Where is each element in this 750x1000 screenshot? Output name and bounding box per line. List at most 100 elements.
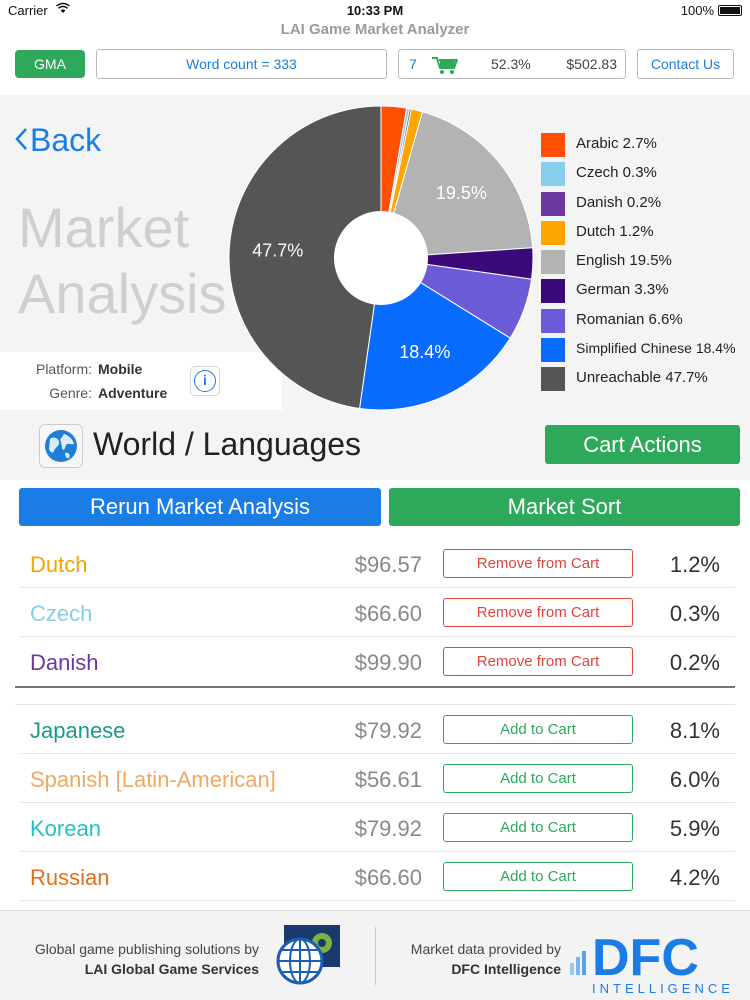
globe-icon (39, 424, 83, 468)
remove-from-cart-button[interactable]: Remove from Cart (443, 647, 633, 676)
available-row: Spanish [Latin-American] $56.61 Add to C… (20, 754, 735, 803)
dfc-credit-text: Market data provided by (410, 941, 561, 957)
cart-count: 7 (409, 56, 417, 72)
legend-item: English 19.5% (541, 247, 750, 276)
section-title: World / Languages (93, 426, 362, 462)
remove-from-cart-button[interactable]: Remove from Cart (443, 549, 633, 578)
legend-label: Danish 0.2% (576, 193, 662, 211)
remove-from-cart-button[interactable]: Remove from Cart (443, 598, 633, 627)
contact-us-button[interactable]: Contact Us (637, 49, 734, 79)
page-title: Market Analysis (18, 195, 248, 327)
language-name: Russian (30, 865, 110, 890)
back-button[interactable]: Back (14, 122, 101, 159)
legend-label: Czech 0.3% (576, 164, 657, 182)
legend-swatch (541, 162, 565, 187)
legend-label: Romanian 6.6% (576, 310, 683, 328)
legend-item: Danish 0.2% (541, 189, 750, 218)
add-to-cart-button[interactable]: Add to Cart (443, 813, 633, 842)
genre-value: Adventure (98, 385, 168, 401)
pie-label-unreachable: 47.7% (252, 241, 303, 261)
info-button[interactable]: i (190, 366, 220, 396)
gma-button[interactable]: GMA (15, 50, 85, 78)
cart-icon (431, 55, 459, 78)
dfc-credit: Market data provided by DFC Intelligence (411, 939, 561, 979)
pie-label-simplified-chinese: 18.4% (399, 342, 450, 362)
word-count-field[interactable]: Word count = 333 (96, 49, 387, 79)
lai-credit-name: LAI Global Game Services (84, 961, 259, 977)
legend-swatch (541, 338, 565, 363)
legend-swatch (541, 133, 565, 157)
language-price: $79.92 (354, 718, 422, 743)
lai-logo[interactable] (270, 925, 342, 987)
lai-credit-text: Global game publishing solutions by (34, 941, 259, 957)
rerun-analysis-button[interactable]: Rerun Market Analysis (19, 488, 381, 526)
genre-label: Genre: (49, 385, 92, 401)
legend-swatch (541, 279, 565, 304)
language-name: Korean (30, 816, 101, 841)
language-price: $79.92 (354, 816, 422, 841)
language-name: Danish (30, 650, 99, 675)
cart-actions-button[interactable]: Cart Actions (545, 425, 740, 464)
battery-percent: 100% (680, 3, 714, 18)
pie-center-hole (334, 211, 428, 305)
language-share: 4.2% (669, 865, 720, 890)
legend-label: Unreachable 47.7% (576, 369, 708, 387)
add-to-cart-button[interactable]: Add to Cart (443, 862, 633, 891)
info-icon: i (194, 370, 216, 392)
dfc-logo-sub: INTELLIGENCE (592, 981, 734, 995)
language-share: 0.3% (669, 601, 720, 626)
cart-row: Czech $66.60 Remove from Cart 0.3% (20, 588, 735, 637)
page-title-line-2: Analysis (18, 262, 227, 325)
legend-swatch (541, 367, 565, 392)
page-title-line-1: Market (18, 196, 190, 259)
legend-item: Czech 0.3% (541, 159, 750, 188)
language-share: 6.0% (669, 767, 720, 792)
back-label: Back (30, 122, 102, 158)
language-share: 5.9% (669, 816, 720, 841)
legend-item: Simplified Chinese 18.4% (541, 335, 750, 364)
legend-label: German 3.3% (576, 281, 669, 299)
legend-swatch (541, 250, 565, 275)
language-share: 8.1% (669, 718, 720, 743)
legend-item: Arabic 2.7% (541, 130, 750, 159)
cart-row: Danish $99.90 Remove from Cart 0.2% (20, 637, 735, 686)
legend-swatch (541, 220, 565, 245)
genre-row: Genre: Adventure (0, 385, 167, 401)
language-price: $56.61 (354, 767, 422, 792)
chart-legend: Arabic 2.7% Czech 0.3% Danish 0.2% Dutch 1.… (541, 130, 750, 394)
available-row: Russian $66.60 Add to Cart 4.2% (20, 852, 735, 901)
add-to-cart-button[interactable]: Add to Cart (443, 715, 633, 744)
dfc-credit-name: DFC Intelligence (451, 961, 561, 977)
battery-icon (718, 5, 742, 16)
add-to-cart-button[interactable]: Add to Cart (443, 764, 633, 793)
status-bar: Carrier 10:33 PM 100% (0, 0, 750, 20)
language-share: 1.2% (669, 552, 720, 577)
language-list[interactable]: Dutch $96.57 Remove from Cart 1.2% Czech… (0, 537, 750, 909)
footer-divider (375, 927, 376, 985)
cart-total: $502.83 (566, 56, 617, 72)
cart-percent: 52.3% (491, 56, 531, 72)
chevron-left-icon (14, 125, 28, 159)
dfc-logo-main: DFC (592, 929, 699, 987)
language-share: 0.2% (669, 650, 720, 675)
market-sort-button[interactable]: Market Sort (389, 488, 740, 526)
language-price: $66.60 (354, 601, 422, 626)
language-pie-chart: 19.5% 18.4% 47.7% (228, 105, 534, 411)
lai-credit: Global game publishing solutions by LAI … (35, 939, 259, 979)
language-name: Dutch (30, 552, 88, 577)
cart-summary[interactable]: 7 52.3% $502.83 (398, 49, 626, 79)
legend-label: Arabic 2.7% (576, 135, 657, 152)
legend-item: Dutch 1.2% (541, 218, 750, 247)
dfc-logo[interactable]: DFC INTELLIGENCE (568, 925, 738, 996)
available-row: Korean $79.92 Add to Cart 5.9% (20, 803, 735, 852)
platform-value: Mobile (98, 361, 143, 377)
language-price: $99.90 (354, 650, 422, 675)
legend-swatch (541, 191, 565, 216)
legend-item: Unreachable 47.7% (541, 364, 750, 393)
language-price: $96.57 (354, 552, 422, 577)
legend-swatch (541, 308, 565, 333)
language-name: Japanese (30, 718, 126, 743)
language-name: Czech (30, 601, 93, 626)
language-price: $66.60 (354, 865, 422, 890)
platform-label: Platform: (35, 361, 92, 377)
